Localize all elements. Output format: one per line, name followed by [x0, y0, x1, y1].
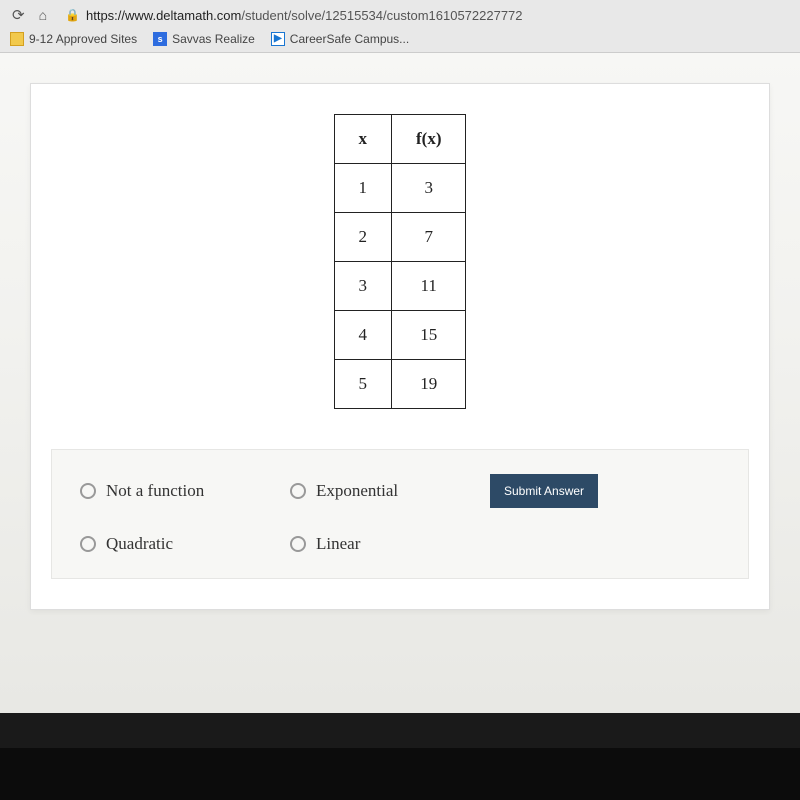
- table-row: 27: [334, 213, 466, 262]
- lock-icon: 🔒: [65, 8, 80, 22]
- savvas-icon: s: [153, 32, 167, 46]
- radio-icon: [80, 483, 96, 499]
- browser-toolbar: ⟳ ⌂ 🔒 https://www.deltamath.com/student/…: [0, 0, 800, 28]
- page-viewport: x f(x) 13 27 311 415 519 Not a function …: [0, 53, 800, 713]
- col-head-x: x: [334, 115, 392, 164]
- careersafe-icon: ▶: [271, 32, 285, 46]
- radio-icon: [80, 536, 96, 552]
- favorite-careersafe[interactable]: ▶ CareerSafe Campus...: [271, 32, 409, 46]
- favorite-label: CareerSafe Campus...: [290, 32, 409, 46]
- favorite-savvas[interactable]: s Savvas Realize: [153, 32, 255, 46]
- radio-icon: [290, 536, 306, 552]
- option-exponential[interactable]: Exponential: [290, 481, 490, 501]
- table-row: 13: [334, 164, 466, 213]
- url-path: /student/solve/12515534/custom1610572227…: [241, 8, 522, 23]
- table-row: 519: [334, 360, 466, 409]
- favorite-label: 9-12 Approved Sites: [29, 32, 137, 46]
- home-icon[interactable]: ⌂: [39, 7, 47, 23]
- option-quadratic[interactable]: Quadratic: [80, 534, 290, 554]
- col-head-fx: f(x): [392, 115, 466, 164]
- favorite-label: Savvas Realize: [172, 32, 255, 46]
- laptop-bezel: [0, 748, 800, 800]
- option-label: Linear: [316, 534, 360, 554]
- function-table: x f(x) 13 27 311 415 519: [334, 114, 467, 409]
- favorite-approved-sites[interactable]: 9-12 Approved Sites: [10, 32, 137, 46]
- address-bar[interactable]: 🔒 https://www.deltamath.com/student/solv…: [57, 8, 792, 23]
- folder-icon: [10, 32, 24, 46]
- table-row: 415: [334, 311, 466, 360]
- url-host: https://www.deltamath.com: [86, 8, 241, 23]
- table-row: 311: [334, 262, 466, 311]
- option-label: Quadratic: [106, 534, 173, 554]
- option-not-a-function[interactable]: Not a function: [80, 481, 290, 501]
- refresh-icon[interactable]: ⟳: [12, 6, 25, 24]
- radio-icon: [290, 483, 306, 499]
- problem-card: x f(x) 13 27 311 415 519 Not a function …: [30, 83, 770, 610]
- option-label: Exponential: [316, 481, 398, 501]
- option-linear[interactable]: Linear: [290, 534, 490, 554]
- option-label: Not a function: [106, 481, 204, 501]
- favorites-bar: 9-12 Approved Sites s Savvas Realize ▶ C…: [0, 28, 800, 53]
- submit-answer-button[interactable]: Submit Answer: [490, 474, 598, 508]
- answer-options: Not a function Exponential Submit Answer…: [51, 449, 749, 579]
